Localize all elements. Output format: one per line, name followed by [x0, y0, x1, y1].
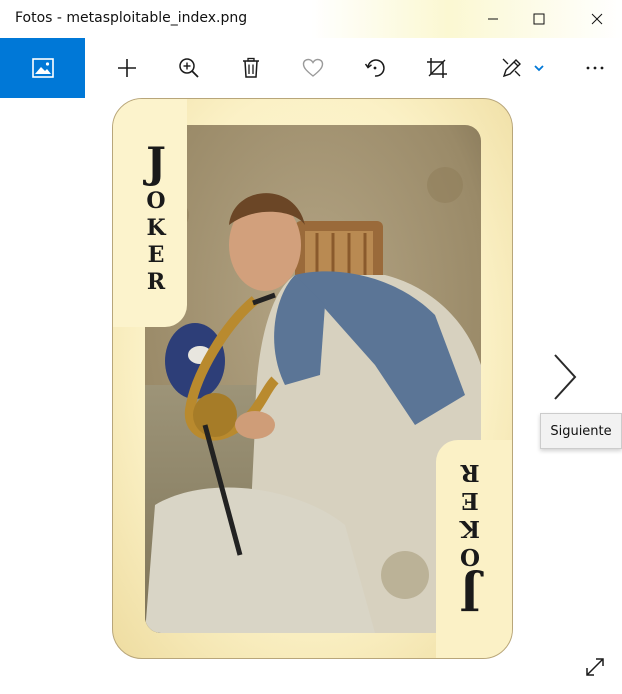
- next-tooltip: Siguiente: [540, 413, 622, 449]
- photos-app-window: Fotos - metasploitable_index.png J O K E…: [0, 0, 622, 694]
- joker-letters-rest: OKER: [146, 188, 166, 295]
- crop-button[interactable]: [419, 50, 455, 86]
- title-bar: Fotos - metasploitable_index.png: [0, 0, 622, 38]
- rotate-icon: [364, 59, 385, 77]
- trash-icon: [243, 57, 259, 78]
- card-joker-label-top: J OKER: [142, 138, 166, 295]
- next-image-button[interactable]: [546, 351, 584, 403]
- maximize-icon: [533, 13, 545, 25]
- photo-content: [145, 125, 481, 633]
- favorite-button[interactable]: [295, 50, 331, 86]
- chevron-right-icon: [554, 354, 577, 400]
- joker-letter-j-inverted: J: [460, 568, 485, 619]
- close-button[interactable]: [574, 0, 620, 38]
- window-title: Fotos - metasploitable_index.png: [15, 10, 248, 26]
- more-icon: [586, 66, 604, 70]
- minimize-icon: [488, 18, 498, 20]
- see-all-photos-button[interactable]: [0, 38, 85, 98]
- full-screen-button[interactable]: [578, 650, 612, 684]
- see-more-button[interactable]: [577, 50, 613, 86]
- image-gallery-icon: [31, 58, 54, 78]
- add-to-button[interactable]: [109, 50, 145, 86]
- minimize-button[interactable]: [470, 0, 516, 38]
- crop-icon: [427, 58, 447, 78]
- zoom-in-icon: [179, 58, 199, 78]
- displayed-image: J OKER J OKER: [112, 98, 513, 659]
- edit-create-button[interactable]: [494, 50, 530, 86]
- close-icon: [591, 13, 603, 25]
- expand-icon: [586, 658, 604, 676]
- zoom-button[interactable]: [171, 50, 207, 86]
- image-viewer: J OKER J OKER Siguiente: [0, 98, 622, 694]
- joker-letter-j: J: [142, 138, 166, 187]
- delete-button[interactable]: [233, 50, 269, 86]
- toolbar: [0, 38, 622, 98]
- maximize-button[interactable]: [516, 0, 562, 38]
- heart-icon: [302, 58, 324, 77]
- chevron-down-icon: [534, 65, 544, 72]
- rotate-button[interactable]: [357, 50, 393, 86]
- plus-icon: [118, 59, 136, 77]
- edit-create-dropdown[interactable]: [529, 50, 549, 86]
- joker-letters-rest-inverted: OKER: [459, 459, 480, 570]
- card-joker-label-bottom: J OKER: [459, 459, 485, 619]
- edit-create-icon: [502, 58, 521, 78]
